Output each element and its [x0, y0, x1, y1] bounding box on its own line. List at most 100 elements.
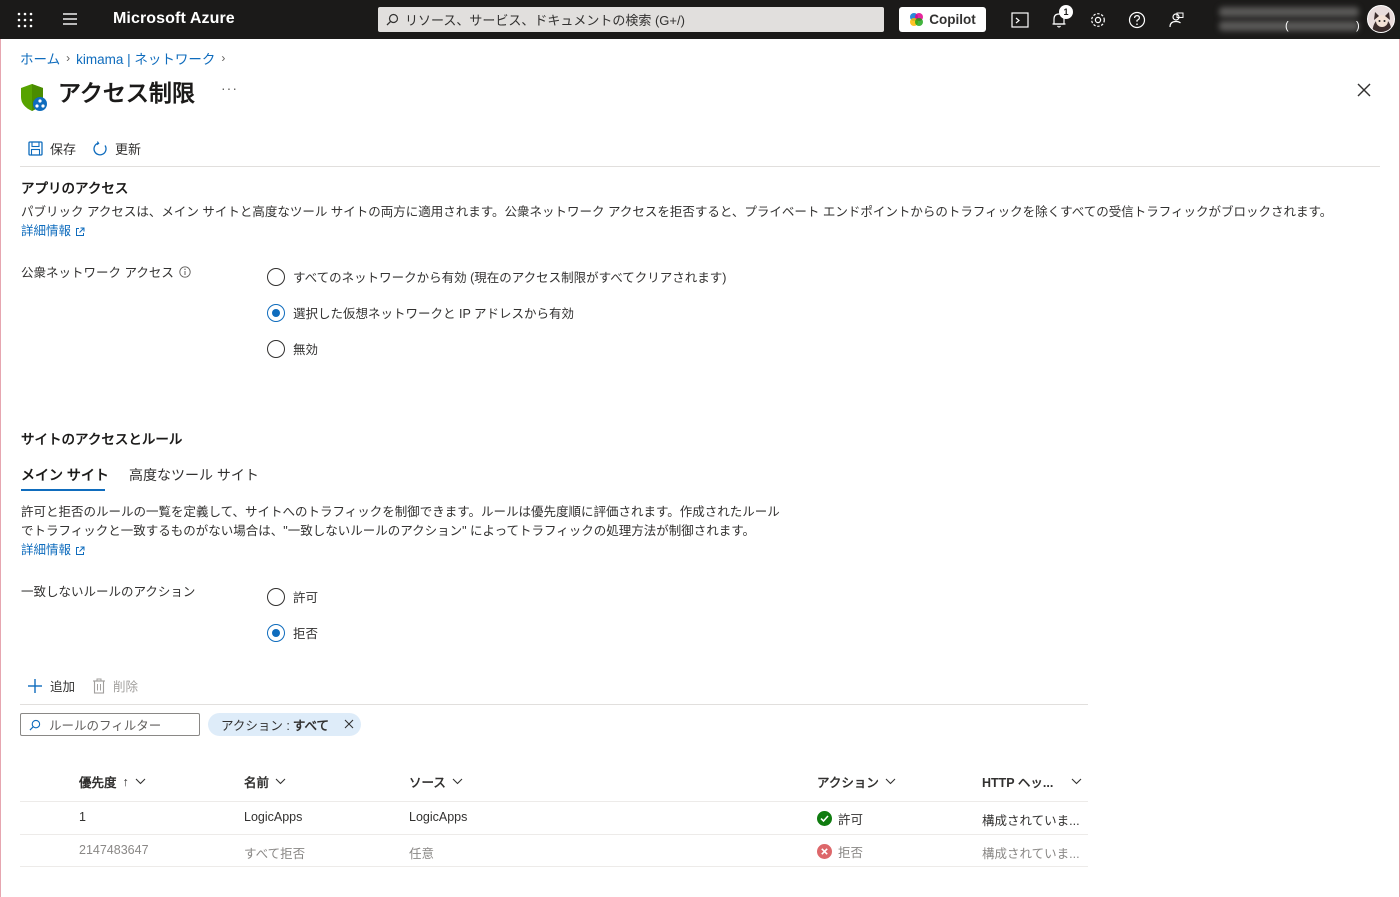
account-paren-open: ( [1285, 20, 1289, 32]
column-header-source[interactable]: ソース [409, 772, 463, 791]
global-search-input[interactable]: リソース、サービス、ドキュメントの検索 (G+/) [378, 7, 884, 32]
tab-main-site[interactable]: メイン サイト [21, 465, 109, 485]
add-icon [28, 678, 42, 693]
radio-unmatched-allow[interactable]: 許可 [267, 587, 318, 606]
top-bar: Microsoft Azure リソース、サービス、ドキュメントの検索 (G+/… [0, 0, 1400, 39]
row-1-source: LogicApps [409, 810, 468, 824]
copilot-icon [910, 13, 924, 26]
external-link-icon [76, 546, 85, 555]
deny-x-icon [817, 844, 832, 859]
site-access-description: 許可と拒否のルールの一覧を定義して、サイトへのトラフィックを制御できます。ルール… [21, 503, 821, 560]
rules-command-divider [20, 704, 1088, 705]
add-rule-label: 追加 [50, 680, 76, 694]
cloud-shell-icon[interactable] [1010, 10, 1030, 30]
public-network-access-label: 公衆ネットワーク アクセス [21, 262, 191, 281]
row-2-http: 構成されていま... [982, 847, 1080, 861]
action-filter-pill[interactable]: アクション : すべて [208, 713, 361, 736]
refresh-button[interactable]: 更新 [92, 139, 141, 158]
http-header-label: HTTP ヘッ... [982, 776, 1054, 790]
remove-filter-icon[interactable] [343, 718, 355, 730]
radio-unmatched-allow-label: 許可 [293, 591, 319, 605]
save-button[interactable]: 保存 [28, 139, 76, 158]
avatar-image-icon [1372, 12, 1392, 32]
chevron-down-icon [885, 778, 896, 785]
radio-button-checked[interactable] [267, 303, 285, 322]
site-access-description-line2: でトラフィックと一致するものがない場合は、"一致しないルールのアクション" によ… [21, 524, 755, 538]
radio-unmatched-deny[interactable]: 拒否 [267, 623, 318, 642]
refresh-label: 更新 [115, 142, 142, 157]
column-header-http[interactable]: HTTP ヘッ... [982, 772, 1082, 791]
radio-button[interactable] [267, 587, 285, 606]
radio-button[interactable] [267, 339, 285, 358]
radio-all-networks[interactable]: すべてのネットワークから有効 (現在のアクセス制限がすべてクリアされます) [267, 267, 726, 286]
tab-advanced-tool-site[interactable]: 高度なツール サイト [129, 465, 259, 485]
rule-filter-input[interactable]: ルールのフィルター [20, 713, 200, 736]
add-rule-button[interactable]: 追加 [27, 676, 75, 695]
window-frame-left [0, 39, 1, 897]
radio-disabled-label: 無効 [293, 343, 319, 357]
column-header-action[interactable]: アクション [817, 772, 896, 791]
search-icon [29, 719, 41, 731]
page-title: アクセス制限 [58, 80, 195, 106]
menu-icon[interactable] [62, 12, 78, 26]
refresh-icon [93, 140, 107, 155]
table-header-divider [20, 801, 1088, 802]
unmatched-rule-action-label: 一致しないルールのアクション [21, 581, 195, 600]
more-options-icon[interactable]: ··· [221, 80, 238, 96]
copilot-label: Copilot [929, 12, 976, 27]
allow-check-icon [817, 811, 832, 826]
delete-rule-label: 削除 [113, 680, 139, 694]
breadcrumb-chevron-icon: › [66, 51, 71, 65]
app-access-learn-more-link[interactable]: 詳細情報 [21, 222, 85, 241]
row-1-priority: 1 [79, 810, 86, 824]
table-row-divider [20, 834, 1088, 835]
radio-disabled[interactable]: 無効 [267, 339, 318, 358]
unmatched-rule-action-label-text: 一致しないルールのアクション [21, 585, 196, 599]
radio-all-networks-label: すべてのネットワークから有効 (現在のアクセス制限がすべてクリアされます) [293, 271, 727, 285]
site-access-learn-more-link[interactable]: 詳細情報 [21, 541, 85, 560]
breadcrumb: ホーム › kimama | ネットワーク › [20, 48, 225, 68]
brand-name[interactable]: Microsoft Azure [113, 10, 235, 28]
search-icon [386, 13, 399, 26]
breadcrumb-home[interactable]: ホーム [20, 48, 60, 68]
save-icon [28, 141, 43, 156]
radio-button[interactable] [267, 267, 285, 286]
site-access-heading: サイトのアクセスとルール [21, 432, 183, 447]
account-info[interactable]: ( ) [1213, 4, 1363, 35]
save-label: 保存 [50, 142, 77, 157]
chevron-down-icon [135, 778, 146, 785]
active-tab-indicator [21, 489, 105, 491]
chevron-down-icon [1071, 778, 1082, 785]
info-icon[interactable] [179, 265, 191, 278]
table-row-divider [20, 866, 1088, 867]
chevron-down-icon [275, 778, 286, 785]
row-1-name[interactable]: LogicApps [244, 810, 302, 824]
radio-selected-networks-label: 選択した仮想ネットワークと IP アドレスから有効 [293, 307, 575, 321]
row-1-action-label: 許可 [838, 813, 864, 827]
radio-selected-networks[interactable]: 選択した仮想ネットワークと IP アドレスから有効 [267, 303, 574, 322]
sort-ascending-icon: ↑ [122, 774, 129, 789]
row-2-action: 拒否 [817, 842, 863, 861]
app-access-description-text: パブリック アクセスは、メイン サイトと高度なツール サイトの両方に適用されます… [21, 205, 1333, 219]
breadcrumb-parent[interactable]: kimama | ネットワーク [76, 48, 215, 68]
toolbar-divider [20, 166, 1380, 167]
close-icon[interactable] [1356, 82, 1372, 98]
learn-more-label: 詳細情報 [21, 224, 72, 238]
pill-key: アクション : [221, 719, 290, 733]
copilot-button[interactable]: Copilot [899, 7, 986, 32]
priority-header-label: 優先度 [79, 776, 117, 790]
account-paren-close: ) [1356, 20, 1360, 32]
column-header-priority[interactable]: 優先度 ↑ [79, 772, 146, 791]
feedback-icon[interactable] [1166, 10, 1186, 30]
radio-button-checked[interactable] [267, 623, 285, 642]
app-launcher-icon[interactable] [16, 11, 34, 29]
settings-gear-icon[interactable] [1088, 10, 1108, 30]
row-2-name: すべて拒否 [244, 847, 306, 861]
delete-rule-button[interactable]: 削除 [92, 676, 138, 695]
avatar[interactable] [1367, 5, 1395, 33]
search-placeholder: リソース、サービス、ドキュメントの検索 (G+/) [405, 13, 685, 28]
column-header-name[interactable]: 名前 [244, 772, 286, 791]
help-icon[interactable] [1127, 10, 1147, 30]
learn-more-label: 詳細情報 [21, 543, 72, 557]
row-1-action: 許可 [817, 809, 863, 828]
